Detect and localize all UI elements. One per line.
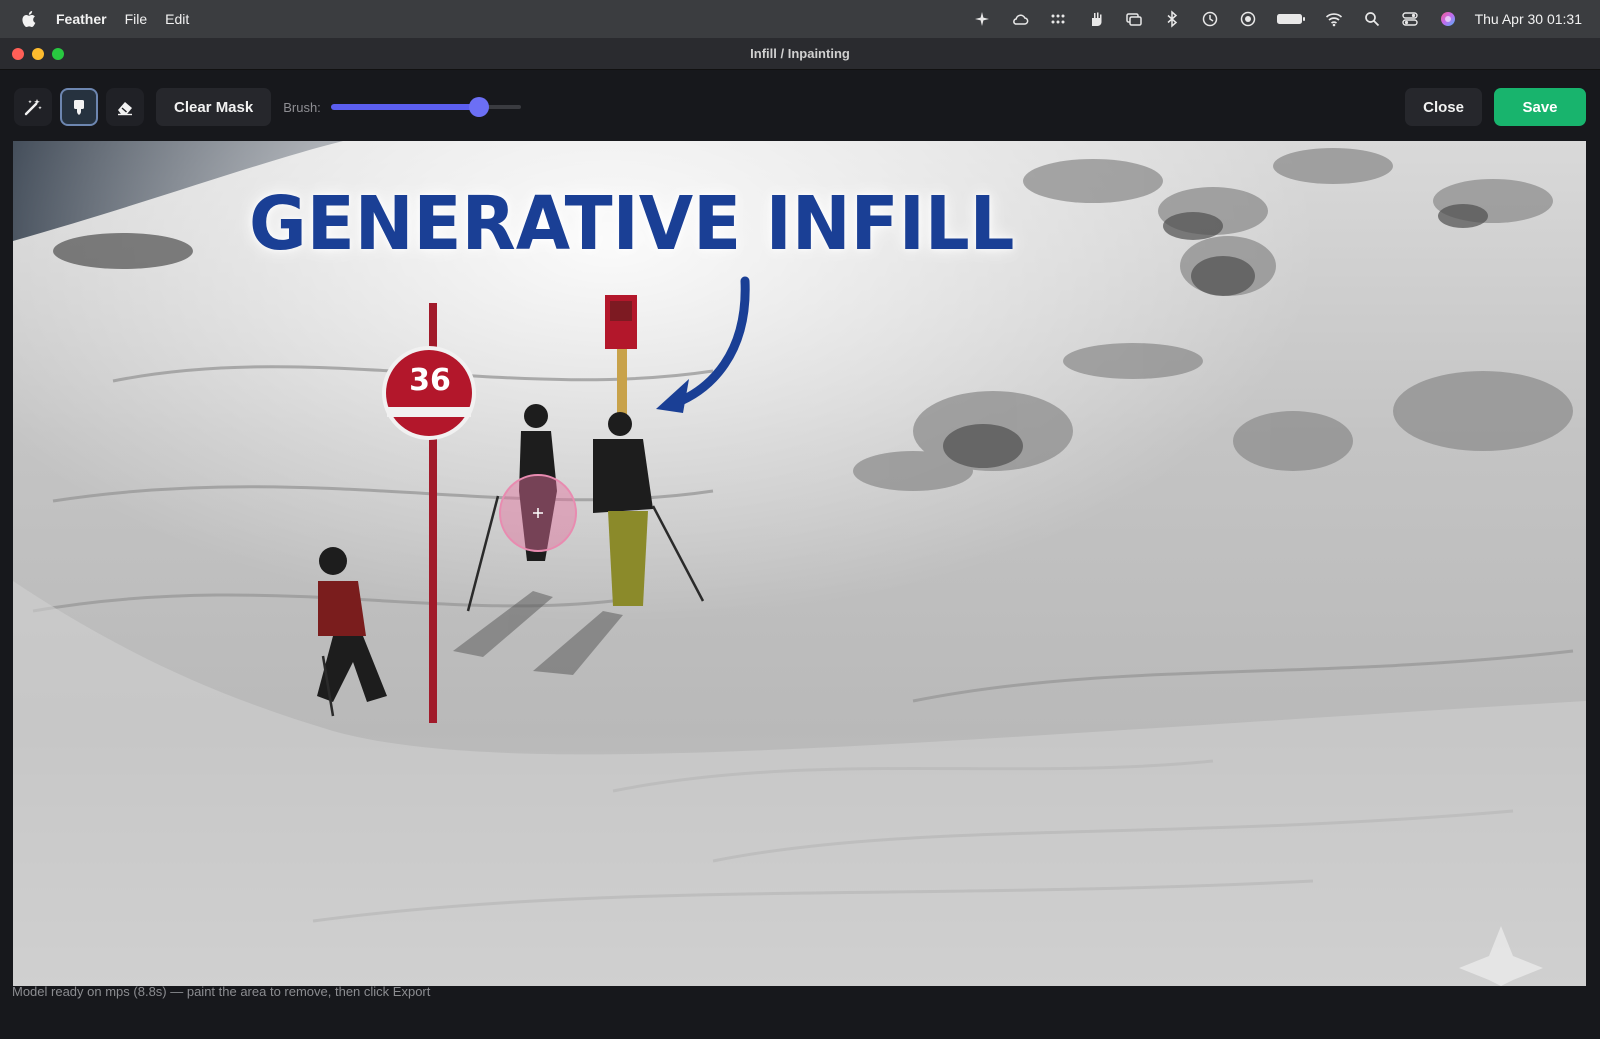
hand-icon[interactable] [1077,0,1115,38]
bluetooth-icon[interactable] [1153,0,1191,38]
ski-slope-photo [13,141,1586,986]
close-button[interactable]: Close [1405,88,1482,126]
apple-logo-icon[interactable] [20,10,36,28]
canvas-headline: GENERATIVE INFILL [249,181,1015,267]
record-icon[interactable] [1229,0,1267,38]
edit-menu[interactable]: Edit [165,11,189,27]
eraser-icon [118,102,132,116]
slope-sign-number: 36 [409,363,451,398]
brush-size-label: Brush: [283,99,321,115]
cloud-sync-icon[interactable] [1001,0,1039,38]
file-menu[interactable]: File [125,11,148,27]
clear-mask-button[interactable]: Clear Mask [156,88,272,126]
battery-icon[interactable] [1267,0,1315,38]
minimize-window-button[interactable] [32,47,44,60]
menu-bar: Feather File Edit Thu Apr 30 01:31 [0,0,1600,38]
window-title: Infill / Inpainting [750,46,850,61]
app-menu[interactable]: Feather [56,11,107,27]
time-machine-icon[interactable] [1191,0,1229,38]
zoom-window-button[interactable] [52,47,64,60]
control-center-icon[interactable] [1391,0,1429,38]
ai-sparkle-icon[interactable] [963,0,1001,38]
window-controls [12,47,64,60]
eraser-tool-button[interactable] [106,88,144,126]
screen-mirror-icon[interactable] [1115,0,1153,38]
brush-tool-button[interactable] [60,88,98,126]
spotlight-search-icon[interactable] [1353,0,1391,38]
close-window-button[interactable] [12,47,24,60]
save-button[interactable]: Save [1494,88,1586,126]
magic-wand-icon [24,99,42,116]
menu-clock[interactable]: Thu Apr 30 01:31 [1475,11,1582,27]
magic-wand-tool-button[interactable] [14,88,52,126]
infill-window: Infill / Inpainting Clear Mask Brush: Cl… [0,38,1600,1039]
brush-size-slider[interactable] [330,97,521,117]
editor-toolbar: Clear Mask Brush: Close Save [14,80,1586,134]
siri-icon[interactable] [1429,0,1467,38]
slider-thumb[interactable] [468,97,489,117]
status-message: Model ready on mps (8.8s) — paint the ar… [12,984,431,999]
image-canvas[interactable]: GENERATIVE INFILL 36 [13,141,1586,986]
grid-dots-icon[interactable] [1039,0,1077,38]
brush-icon [74,100,84,115]
slider-fill [330,104,479,110]
status-menu-area: Thu Apr 30 01:31 [963,0,1582,38]
window-titlebar[interactable]: Infill / Inpainting [0,38,1600,70]
wifi-icon[interactable] [1315,0,1353,38]
